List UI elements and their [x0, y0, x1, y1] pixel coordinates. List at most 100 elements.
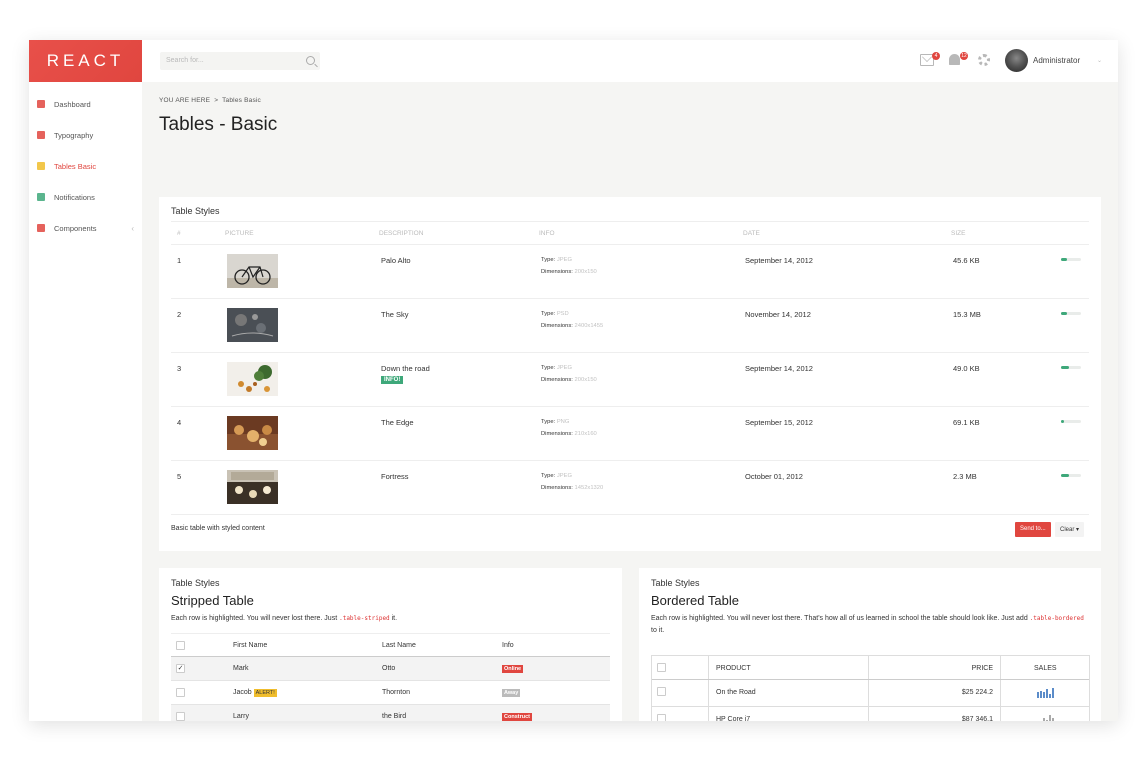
table-row[interactable]: 1 Palo Alto Type: JPEG Dimensions: 200x150 S… [171, 245, 1089, 299]
dimensions-line: Dimensions: 200x150 [541, 266, 597, 278]
dimensions-label: Dimensions: [541, 269, 573, 275]
search-placeholder: Search for... [166, 57, 204, 64]
breadcrumb-prefix: YOU ARE HERE [159, 97, 211, 104]
sparkline-bar [1052, 717, 1054, 721]
product-price: $25 224.2 [961, 689, 993, 696]
table-row[interactable]: ✓ Mark Otto Online [171, 657, 610, 681]
styled-table: # PICTURE DESCRIPTION INFO DATE SIZE 1 Palo Al… [171, 221, 1089, 515]
app-window: REACT Search for... 4 12 Administrator ⌄… [29, 40, 1118, 721]
edit-icon [37, 131, 45, 139]
first-name: Jacob [233, 689, 252, 696]
table-row[interactable]: On the Road $25 224.2 [652, 680, 1089, 707]
column-header: First Name [233, 642, 268, 649]
desc-text: Each row is highlighted. You will never … [651, 615, 1030, 622]
product-name: HP Core i7 [716, 716, 751, 721]
chat-icon [37, 193, 45, 201]
column-header: PICTURE [225, 230, 254, 237]
column-header: DATE [743, 230, 760, 237]
sidebar-item-tables-basic[interactable]: Tables Basic [29, 156, 142, 176]
row-description: The Sky [381, 310, 409, 319]
dimensions-label: Dimensions: [541, 377, 573, 383]
row-date: September 15, 2012 [745, 418, 813, 427]
topbar: Search for... 4 12 Administrator ⌄ [142, 40, 1118, 82]
gear-icon[interactable] [978, 54, 990, 66]
search-icon[interactable] [306, 56, 315, 65]
chevron-down-icon[interactable]: ⌄ [1097, 57, 1102, 64]
type-value: PNG [556, 419, 570, 425]
type-label: Type: [541, 473, 556, 479]
row-checkbox[interactable] [176, 712, 185, 721]
dimensions-line: Dimensions: 210x160 [541, 428, 597, 440]
main-content: YOU ARE HERE > Tables Basic Tables - Bas… [159, 82, 1102, 721]
clear-dropdown-button[interactable]: Clear ▾ [1055, 522, 1085, 537]
row-info: Type: PSD Dimensions: 2400x1455 [541, 308, 603, 332]
avatar[interactable] [1005, 49, 1028, 72]
row-date: September 14, 2012 [745, 256, 813, 265]
dimensions-value: 1452x1320 [574, 485, 604, 491]
table-row[interactable]: 2 The Sky Type: PSD Dimensions: 2400x1455 No… [171, 299, 1089, 353]
row-size: 69.1 KB [953, 418, 980, 427]
product-price: $87 346.1 [961, 716, 993, 721]
bell-icon[interactable] [949, 54, 960, 65]
select-all-checkbox[interactable] [657, 663, 666, 672]
row-checkbox[interactable] [657, 714, 666, 721]
sidebar-item-notifications[interactable]: Notifications [29, 187, 142, 207]
bordered-table-card: Table Styles Bordered Table Each row is … [639, 568, 1101, 721]
brand-logo[interactable]: REACT [29, 40, 142, 82]
type-label: Type: [541, 365, 556, 371]
type-value: PSD [556, 311, 569, 317]
row-size: 15.3 MB [953, 310, 981, 319]
sidebar-item-label: Components [54, 223, 97, 233]
card-title: Table Styles [171, 206, 220, 216]
dimensions-value: 200x150 [574, 377, 597, 383]
table-styles-card: Table Styles # PICTURE DESCRIPTION INFO DATE… [159, 197, 1101, 551]
last-name: Thornton [382, 689, 411, 696]
status-badge: Construct [502, 713, 532, 721]
type-line: Type: JPEG [541, 254, 597, 266]
desc-text: Each row is highlighted. You will never … [171, 615, 340, 622]
row-checkbox[interactable] [176, 688, 185, 697]
table-row[interactable]: 4 The Edge Type: PNG Dimensions: 210x160 Sep… [171, 407, 1089, 461]
sidebar-item-dashboard[interactable]: Dashboard [29, 94, 142, 114]
table-row[interactable]: Jacob ALERT! Thornton Away [171, 681, 610, 705]
progress-fill [1061, 420, 1064, 423]
column-header: PRODUCT [716, 665, 751, 672]
type-value: JPEG [556, 365, 572, 371]
progress-bar [1061, 420, 1081, 423]
progress-bar [1061, 366, 1081, 369]
row-info: Type: JPEG Dimensions: 200x150 [541, 362, 597, 386]
chevron-left-icon[interactable]: ‹ [131, 224, 134, 233]
first-name-cell: Jacob ALERT! [233, 689, 277, 697]
description-text: Down the road [381, 364, 430, 373]
row-checkbox[interactable]: ✓ [176, 664, 185, 673]
row-description: The Edge [381, 418, 414, 427]
code-snippet: .table-striped [339, 615, 390, 622]
row-number: 4 [177, 418, 182, 427]
search-input[interactable]: Search for... [160, 52, 320, 70]
table-row[interactable]: 3 Down the road INFO! Type: JPEG Dimensions:… [171, 353, 1089, 407]
type-value: JPEG [556, 257, 572, 263]
sidebar-item-typography[interactable]: Typography [29, 125, 142, 145]
progress-fill [1061, 366, 1069, 369]
breadcrumb-current[interactable]: Tables Basic [222, 97, 261, 104]
table-row[interactable]: HP Core i7 $87 346.1 [652, 707, 1089, 721]
dimensions-value: 210x160 [574, 431, 597, 437]
row-checkbox[interactable] [657, 687, 666, 696]
table-row[interactable]: Larry the Bird Construct [171, 705, 610, 721]
first-name: Mark [233, 665, 249, 672]
type-line: Type: JPEG [541, 362, 597, 374]
sidebar-item-components[interactable]: Components ‹ [29, 218, 142, 238]
table-row[interactable]: 5 Fortress Type: JPEG Dimensions: 1452x1320… [171, 461, 1089, 515]
select-all-checkbox[interactable] [176, 641, 185, 650]
user-name[interactable]: Administrator [1033, 56, 1080, 65]
alert-badge: ALERT! [253, 689, 277, 697]
last-name: the Bird [382, 713, 407, 720]
type-line: Type: PSD [541, 308, 603, 320]
sales-sparkline [1037, 688, 1054, 698]
row-info: Type: JPEG Dimensions: 1452x1320 [541, 470, 603, 494]
sparkline-bar [1049, 715, 1051, 721]
send-to-button[interactable]: Send to... [1015, 522, 1051, 537]
progress-fill [1061, 312, 1067, 315]
mail-badge: 4 [932, 52, 940, 60]
row-size: 45.6 KB [953, 256, 980, 265]
